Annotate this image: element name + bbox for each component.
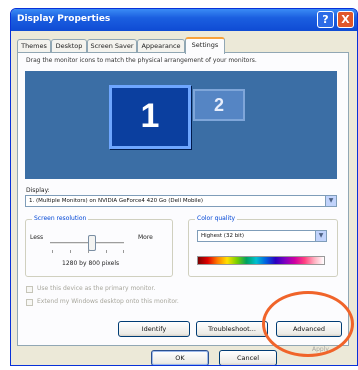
display-select-value: 1. (Multiple Monitors) on NVIDIA GeForce… <box>29 198 204 204</box>
slider-tick <box>52 250 53 253</box>
primary-monitor-checkbox-row: Use this device as the primary monitor. <box>26 285 266 295</box>
slider-tick <box>123 250 124 253</box>
settings-panel: Drag the monitor icons to match the phys… <box>17 52 349 346</box>
resolution-slider-track[interactable] <box>50 242 124 245</box>
tab-settings[interactable]: Settings <box>185 37 225 54</box>
chevron-down-icon[interactable]: ▼ <box>325 196 336 206</box>
resolution-less-label: Less <box>30 234 44 241</box>
monitor-1-icon[interactable]: 1 <box>109 85 191 149</box>
extend-desktop-checkbox-row: Extend my Windows desktop onto this moni… <box>26 298 266 308</box>
troubleshoot-button[interactable]: Troubleshoot... <box>196 321 268 337</box>
title-bar[interactable]: Display Properties ? X <box>11 9 357 31</box>
help-button[interactable]: ? <box>317 11 334 28</box>
tab-appearance[interactable]: Appearance <box>137 39 185 53</box>
extend-desktop-checkbox[interactable] <box>26 299 33 306</box>
monitor-2-icon[interactable]: 2 <box>193 89 245 121</box>
display-select[interactable]: 1. (Multiple Monitors) on NVIDIA GeForce… <box>25 195 337 207</box>
color-quality-select[interactable]: Highest (32 bit) ▼ <box>197 230 327 242</box>
window-title: Display Properties <box>17 14 111 24</box>
color-quality-group: Color quality Highest (32 bit) ▼ <box>188 215 338 277</box>
display-label: Display: <box>26 187 50 194</box>
tab-screen-saver[interactable]: Screen Saver <box>87 39 137 53</box>
resolution-more-label: More <box>138 234 153 241</box>
ok-button[interactable]: OK <box>151 350 209 365</box>
display-properties-window: Display Properties ? X Themes Desktop Sc… <box>10 8 358 366</box>
instruction-text: Drag the monitor icons to match the phys… <box>26 57 257 64</box>
tab-themes[interactable]: Themes <box>17 39 51 53</box>
screen-resolution-title: Screen resolution <box>32 215 89 222</box>
slider-tick <box>70 250 71 253</box>
primary-monitor-checkbox[interactable] <box>26 286 33 293</box>
close-button[interactable]: X <box>337 11 354 28</box>
color-quality-value: Highest (32 bit) <box>201 233 245 239</box>
color-quality-title: Color quality <box>195 215 238 222</box>
primary-monitor-label: Use this device as the primary monitor. <box>37 285 156 292</box>
apply-button[interactable]: Apply <box>312 346 329 353</box>
advanced-button[interactable]: Advanced <box>276 321 342 337</box>
monitor-arrangement[interactable]: 1 2 <box>25 71 337 179</box>
chevron-down-icon[interactable]: ▼ <box>315 231 326 241</box>
slider-tick <box>106 250 107 253</box>
tab-desktop[interactable]: Desktop <box>51 39 87 53</box>
color-spectrum-bar <box>197 256 325 265</box>
resolution-slider-thumb[interactable] <box>88 235 96 251</box>
extend-desktop-label: Extend my Windows desktop onto this moni… <box>37 298 179 305</box>
screen-resolution-group: Screen resolution Less More 1280 by 800 … <box>25 215 173 277</box>
cancel-button[interactable]: Cancel <box>219 350 277 365</box>
identify-button[interactable]: Identify <box>118 321 190 337</box>
resolution-value: 1280 by 800 pixels <box>62 260 120 267</box>
